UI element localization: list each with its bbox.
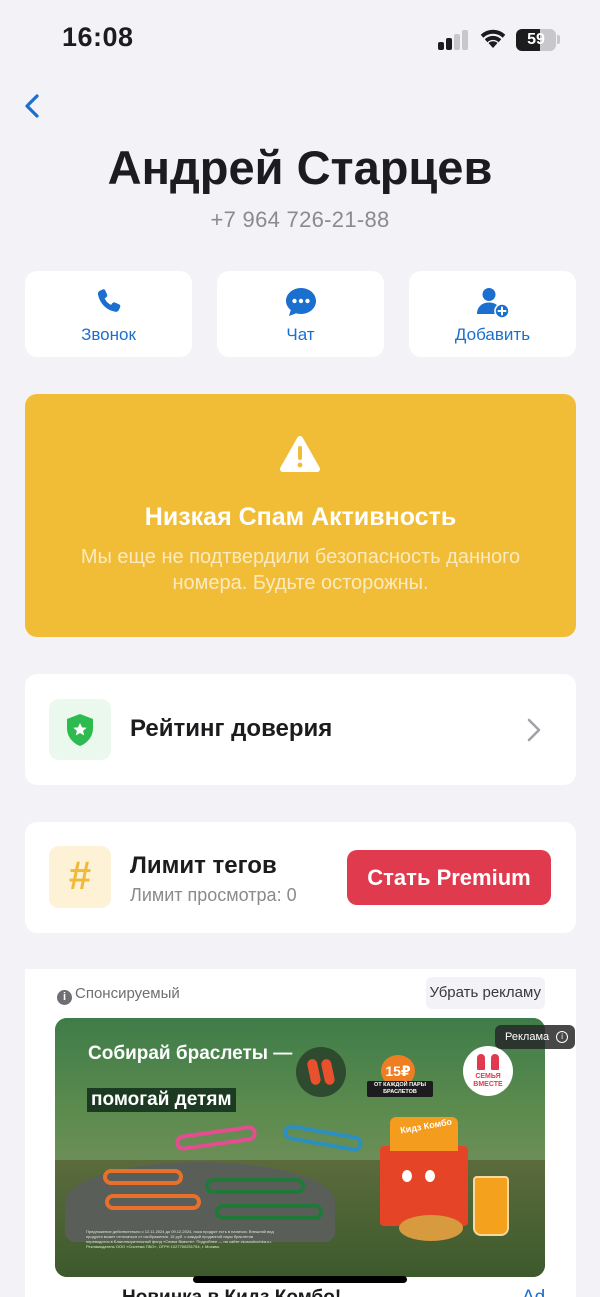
chat-label: Чат	[286, 325, 315, 344]
kids-combo-box	[380, 1146, 468, 1226]
ad-caption[interactable]: Новинка в Кидз Комбо!	[122, 1287, 341, 1297]
contact-name: Андрей Старцев	[107, 141, 493, 194]
home-indicator	[193, 1276, 407, 1283]
become-premium-button[interactable]: Стать Premium	[347, 850, 551, 905]
info-icon: i	[556, 1031, 569, 1043]
ad-disclaimer: Предложение действительно с 12.11.2024 д…	[86, 1229, 274, 1249]
battery-cap	[557, 35, 560, 44]
add-contact-label: Добавить	[454, 325, 531, 344]
charity-label: СЕМЬЯ ВМЕСТЕ	[473, 1073, 503, 1088]
battery-icon: 59	[516, 29, 556, 51]
chat-bubble-icon	[285, 288, 316, 316]
phone-icon	[97, 289, 120, 312]
box-eye	[402, 1170, 412, 1182]
trust-icon-box	[49, 699, 111, 760]
chat-button[interactable]: Чат	[217, 271, 384, 357]
hashtag-glyph: #	[68, 854, 92, 898]
call-button[interactable]: Звонок	[25, 271, 192, 357]
spam-description: Мы еще не подтвердили безопасность данно…	[80, 546, 521, 594]
ad-price-note: ОТ КАЖДОЙ ПАРЫ БРАСЛЕТОВ	[367, 1081, 433, 1097]
battery-level: 59	[527, 31, 545, 48]
brand-logo	[296, 1047, 346, 1097]
warning-triangle-icon	[279, 436, 321, 472]
trust-rating-row[interactable]: Рейтинг доверия	[25, 674, 576, 785]
charity-logo: СЕМЬЯ ВМЕСТЕ	[463, 1046, 513, 1096]
sponsored-label: Спонсируемый	[75, 985, 180, 1002]
hashtag-icon: #	[49, 846, 111, 908]
spam-warning-card: Низкая Спам Активность Мы еще не подтвер…	[25, 394, 576, 637]
ad-drink	[473, 1176, 509, 1236]
status-bar: 16:08 59	[0, 0, 600, 80]
tags-limit-title: Лимит тегов	[130, 852, 277, 879]
shield-star-icon	[67, 714, 93, 746]
bracelet-orange	[103, 1169, 183, 1185]
add-contact-button[interactable]: Добавить	[409, 271, 576, 357]
tags-limit-card: # Лимит тегов Лимит просмотра: 0 Стать P…	[25, 822, 576, 933]
spam-title: Низкая Спам Активность	[144, 503, 457, 531]
wifi-icon	[478, 26, 508, 50]
call-label: Звонок	[81, 325, 136, 344]
status-time: 16:08	[62, 22, 134, 52]
bracelet-green	[215, 1204, 323, 1220]
box-eye	[425, 1170, 435, 1182]
info-icon: i	[57, 990, 72, 1005]
ad-link-label[interactable]: Ad	[522, 1287, 545, 1297]
tags-limit-subtitle: Лимит просмотра: 0	[130, 885, 297, 905]
trust-rating-label: Рейтинг доверия	[130, 715, 333, 742]
ad-section: i Спонсируемый Убрать рекламу Собирай бра…	[25, 969, 576, 1297]
bracelet-orange	[105, 1194, 201, 1210]
bracelet-green	[205, 1178, 305, 1194]
ad-marker-label: Реклама	[505, 1031, 550, 1043]
remove-ads-button[interactable]: Убрать рекламу	[425, 977, 545, 1009]
sponsored-label-wrap: i Спонсируемый	[57, 985, 180, 1005]
ad-headline-highlight: помогай детям	[87, 1088, 236, 1112]
add-person-icon	[476, 288, 510, 318]
contact-phone[interactable]: +7 964 726-21-88	[0, 207, 600, 233]
chevron-left-icon	[25, 94, 39, 118]
chevron-right-icon	[527, 718, 541, 742]
cellular-signal-icon	[438, 30, 470, 50]
back-button[interactable]	[18, 88, 48, 124]
ad-banner[interactable]: Собирай браслеты — помогай детям 15₽ ОТ …	[55, 1018, 545, 1277]
ad-headline: Собирай браслеты —	[88, 1043, 293, 1064]
ad-marker-button[interactable]: Реклама i	[495, 1025, 576, 1049]
ad-nuggets	[399, 1215, 463, 1241]
contact-actions: Звонок Чат Добавить	[25, 271, 576, 357]
